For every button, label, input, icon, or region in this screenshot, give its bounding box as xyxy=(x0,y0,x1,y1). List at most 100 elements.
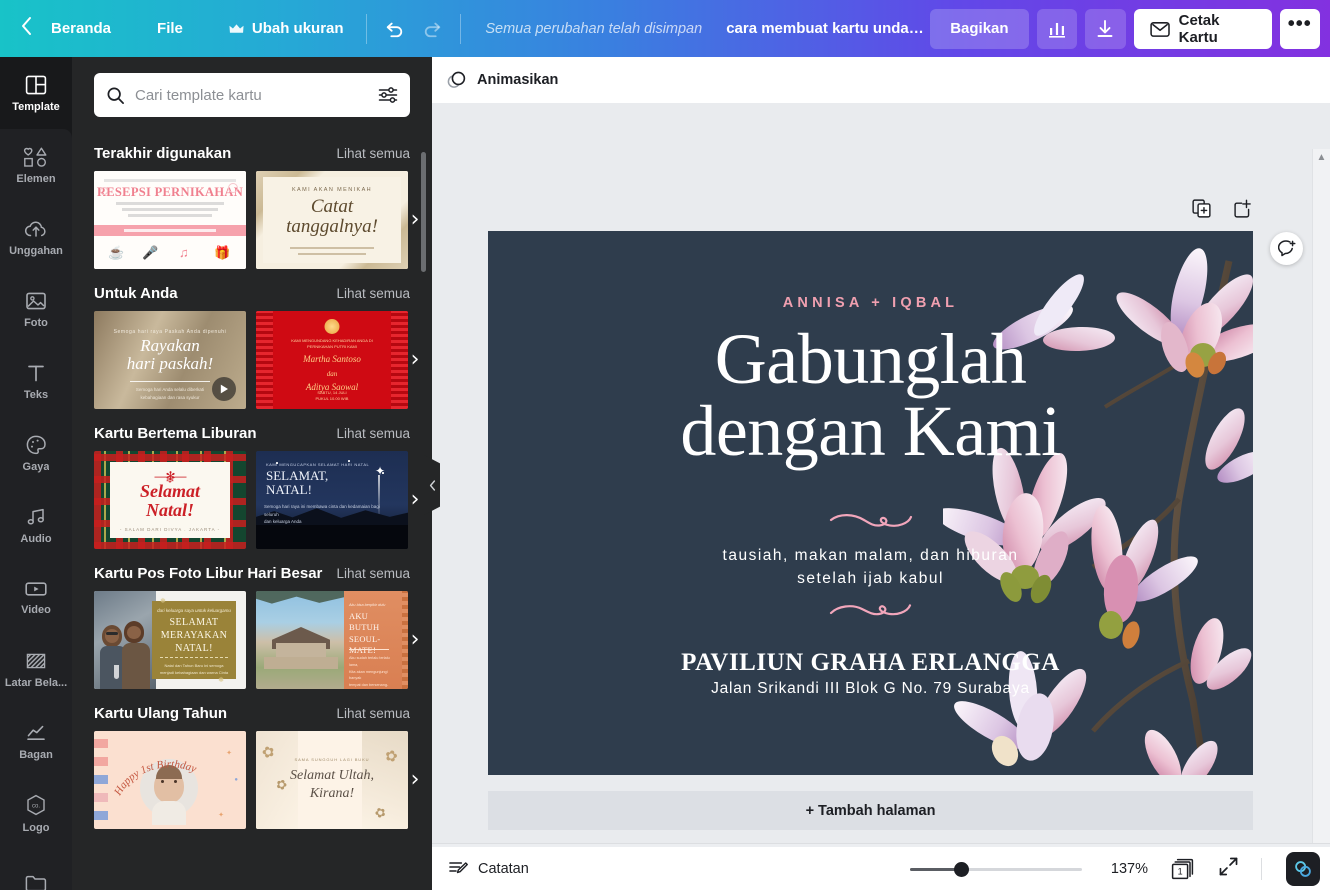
template-card-list: ❄︎ —✻— Selamat Natal! - SALAM DARI DIVYA … xyxy=(94,451,410,549)
see-all-link[interactable]: Lihat semua xyxy=(336,426,410,441)
notes-label: Catatan xyxy=(478,860,529,877)
add-comment-button[interactable] xyxy=(1270,232,1303,265)
sidebar-item-label: Template xyxy=(12,100,60,113)
document-title[interactable]: cara membuat kartu undanga... xyxy=(726,20,930,37)
sliders-icon[interactable] xyxy=(378,86,398,104)
template-card-undangan-merah[interactable]: KAMI MENGUNDANG KEHADIRAN ANDA DI PERNIKA… xyxy=(256,311,408,409)
redo-button[interactable] xyxy=(415,10,450,48)
envelope-icon xyxy=(1149,21,1170,37)
design-detail-text[interactable]: tausiah, makan malam, dan hiburan setela… xyxy=(488,544,1253,591)
template-section: Untuk Anda Lihat semua Semoga hari raya … xyxy=(72,285,432,409)
home-button[interactable]: Beranda xyxy=(39,10,123,48)
design-venue[interactable]: PAVILIUN GRAHA ERLANGGA xyxy=(488,649,1253,677)
headline-line-1: Gabunglah xyxy=(714,319,1027,399)
stats-button[interactable] xyxy=(1036,8,1078,49)
see-all-link[interactable]: Lihat semua xyxy=(336,286,410,301)
template-card-happy-1st-birthday[interactable]: Happy 1st Birthday ✦ ● ✦ xyxy=(94,731,246,829)
sidebar-item-audio[interactable]: Audio xyxy=(0,489,72,561)
next-templates-arrow[interactable]: › xyxy=(404,349,426,371)
template-card-aku-butuh-seoulmate[interactable]: Aku bisa berpikir dulu AKU BUTUH SEOUL- MA… xyxy=(256,591,408,689)
logo-hex-icon: co. xyxy=(27,794,45,815)
template-card-selamat-merayakan-natal[interactable]: dari keluarga saya untuk keluargamu SELA… xyxy=(94,591,246,689)
photo-icon xyxy=(26,292,46,309)
design-address[interactable]: Jalan Srikandi III Blok G No. 79 Surabay… xyxy=(488,680,1253,698)
help-button[interactable] xyxy=(1286,851,1320,886)
sidebar-item-unggahan[interactable]: Unggahan xyxy=(0,201,72,273)
detail-line-1: tausiah, makan malam, dan hiburan xyxy=(722,547,1019,564)
search-bar[interactable] xyxy=(94,73,410,117)
scroll-up-arrow[interactable]: ▲ xyxy=(1317,152,1327,163)
next-templates-arrow[interactable]: › xyxy=(404,629,426,651)
sidebar-item-bagan[interactable]: Bagan xyxy=(0,705,72,777)
template-panel: Terakhir digunakan Lihat semua RESEPSI P… xyxy=(72,57,432,890)
crown-icon xyxy=(229,23,244,33)
sidebar-item-video[interactable]: Video xyxy=(0,561,72,633)
search-input[interactable] xyxy=(135,86,368,104)
redo-icon xyxy=(424,22,441,37)
text-t-icon xyxy=(28,365,44,381)
zoom-slider[interactable] xyxy=(910,861,1082,877)
page-manager-button[interactable]: 1 xyxy=(1170,857,1196,881)
template-section: Kartu Ulang Tahun Lihat semua appy 1st B… xyxy=(72,705,432,829)
chevron-left-icon xyxy=(429,479,435,491)
notes-pencil-icon xyxy=(449,862,468,874)
next-templates-arrow[interactable]: › xyxy=(404,769,426,791)
template-card-selamat-natal-plaid[interactable]: ❄︎ —✻— Selamat Natal! - SALAM DARI DIVYA … xyxy=(94,451,246,549)
animate-button-label[interactable]: Animasikan xyxy=(477,72,558,88)
section-header: Untuk Anda Lihat semua xyxy=(94,285,410,302)
notes-button[interactable]: Catatan xyxy=(442,859,535,878)
see-all-link[interactable]: Lihat semua xyxy=(336,566,410,581)
design-headline[interactable]: Gabunglah dengan Kami xyxy=(488,323,1253,467)
more-options-button[interactable]: ••• xyxy=(1279,8,1321,49)
resize-button[interactable]: Ubah ukuran xyxy=(217,10,356,48)
add-page-button[interactable] xyxy=(1233,199,1252,223)
section-header: Kartu Ulang Tahun Lihat semua xyxy=(94,705,410,722)
sidebar-item-template[interactable]: Template xyxy=(0,57,72,129)
duplicate-page-button[interactable] xyxy=(1192,199,1211,223)
detail-line-2: setelah ijab kabul xyxy=(797,570,944,588)
template-card-rayakan-hari-paskah[interactable]: Semoga hari raya Paskah Anda dipenuhi Ra… xyxy=(94,311,246,409)
sidebar-item-teks[interactable]: Teks xyxy=(0,345,72,417)
print-card-button[interactable]: Cetak Kartu xyxy=(1133,8,1272,49)
canvas-vertical-scrollbar[interactable]: ▲ ▼ xyxy=(1312,149,1330,843)
sidebar-item-foto[interactable]: Foto xyxy=(0,273,72,345)
share-button[interactable]: Bagikan xyxy=(930,8,1029,49)
zoom-percentage[interactable]: 137% xyxy=(1104,861,1148,877)
template-card-selamat-ultah-kirana[interactable]: ✿ ✿ ✿ ✿ SAMA SUNGGUH LAGI BUKU Selamat U… xyxy=(256,731,408,829)
sidebar-item-latar-belakang[interactable]: Latar Bela... xyxy=(0,633,72,705)
sidebar-item-folder[interactable] xyxy=(0,849,72,890)
see-all-link[interactable]: Lihat semua xyxy=(336,146,410,161)
add-comment-icon xyxy=(1277,240,1295,257)
file-menu-button[interactable]: File xyxy=(145,10,195,48)
undo-button[interactable] xyxy=(376,10,411,48)
template-sections-scroll[interactable]: Terakhir digunakan Lihat semua RESEPSI P… xyxy=(72,129,432,890)
section-title: Kartu Pos Foto Libur Hari Besar xyxy=(94,565,323,582)
collapse-panel-button[interactable] xyxy=(424,455,440,515)
section-row: Semoga hari raya Paskah Anda dipenuhi Ra… xyxy=(94,311,419,409)
sidebar-item-logo[interactable]: co. Logo xyxy=(0,777,72,849)
template-section: Terakhir digunakan Lihat semua RESEPSI P… xyxy=(72,145,432,269)
section-row: ❄︎ —✻— Selamat Natal! - SALAM DARI DIVYA … xyxy=(94,451,419,549)
panel-scrollbar-thumb[interactable] xyxy=(421,152,426,272)
more-label: ••• xyxy=(1287,13,1312,35)
template-card-selamat-natal-malam[interactable]: KAMI MENGUCAPKAN SELAMAT HARI NATAL SELA… xyxy=(256,451,408,549)
template-card-catat-tanggalnya[interactable]: KAMI AKAN MENIKAH Catat tanggalnya! xyxy=(256,171,408,269)
template-card-resepsi-pernikahan[interactable]: RESEPSI PERNIKAHAN ☕ 🎤 ♫ 🎁 xyxy=(94,171,246,269)
animate-circles-icon[interactable] xyxy=(446,70,468,90)
next-templates-arrow[interactable]: › xyxy=(404,489,426,511)
fullscreen-button[interactable] xyxy=(1218,856,1239,882)
back-button[interactable] xyxy=(10,16,39,41)
video-play-icon xyxy=(25,581,47,596)
design-page[interactable]: ANNISA + IQBAL Gabunglah dengan Kami tau… xyxy=(488,231,1253,775)
section-header: Kartu Pos Foto Libur Hari Besar Lihat se… xyxy=(94,565,410,582)
see-all-link[interactable]: Lihat semua xyxy=(336,706,410,721)
sidebar-item-elemen[interactable]: Elemen xyxy=(0,129,72,201)
sidebar-item-gaya[interactable]: Gaya xyxy=(0,417,72,489)
top-toolbar: Beranda File Ubah ukuran Semua perubahan… xyxy=(0,0,1330,57)
canvas-scroll-area[interactable]: ANNISA + IQBAL Gabunglah dengan Kami tau… xyxy=(432,103,1330,843)
share-label: Bagikan xyxy=(950,20,1009,37)
download-button[interactable] xyxy=(1085,8,1126,49)
zoom-slider-knob[interactable] xyxy=(954,861,969,877)
add-page-bar[interactable]: + Tambah halaman xyxy=(488,791,1253,830)
couple-names[interactable]: ANNISA + IQBAL xyxy=(488,295,1253,311)
